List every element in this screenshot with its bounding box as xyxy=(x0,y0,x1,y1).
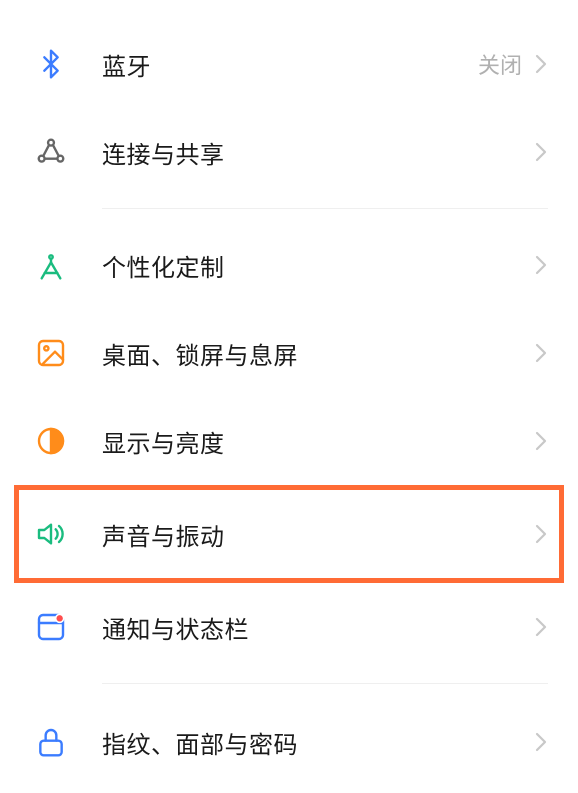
notification-icon xyxy=(30,606,72,648)
bluetooth-icon xyxy=(30,43,72,85)
settings-list: 蓝牙 关闭 连接与共享 个性化定制 xyxy=(0,0,578,786)
settings-item-security[interactable]: 指纹、面部与密码 xyxy=(0,698,578,786)
settings-item-personalization[interactable]: 个性化定制 xyxy=(0,221,578,309)
item-label: 声音与振动 xyxy=(102,517,534,552)
settings-item-display[interactable]: 显示与亮度 xyxy=(0,397,578,485)
item-label: 连接与共享 xyxy=(102,135,534,170)
chevron-right-icon xyxy=(534,615,548,639)
brightness-icon xyxy=(30,420,72,462)
chevron-right-icon xyxy=(534,140,548,164)
item-label: 显示与亮度 xyxy=(102,424,534,459)
item-label: 蓝牙 xyxy=(102,47,478,82)
wallpaper-icon xyxy=(30,332,72,374)
chevron-right-icon xyxy=(534,341,548,365)
item-label: 桌面、锁屏与息屏 xyxy=(102,336,534,371)
settings-item-bluetooth[interactable]: 蓝牙 关闭 xyxy=(0,20,578,108)
settings-item-notification[interactable]: 通知与状态栏 xyxy=(0,583,578,671)
chevron-right-icon xyxy=(534,429,548,453)
settings-item-share[interactable]: 连接与共享 xyxy=(0,108,578,196)
chevron-right-icon xyxy=(534,52,548,76)
lock-icon xyxy=(30,721,72,763)
chevron-right-icon xyxy=(534,253,548,277)
item-label: 个性化定制 xyxy=(102,248,534,283)
settings-item-wallpaper[interactable]: 桌面、锁屏与息屏 xyxy=(0,309,578,397)
item-label: 通知与状态栏 xyxy=(102,610,534,645)
divider xyxy=(102,208,548,209)
share-icon xyxy=(30,131,72,173)
item-status: 关闭 xyxy=(478,48,522,80)
sound-icon xyxy=(30,513,72,555)
settings-item-sound[interactable]: 声音与振动 xyxy=(14,485,564,583)
divider xyxy=(102,683,548,684)
item-label: 指纹、面部与密码 xyxy=(102,725,534,760)
compass-icon xyxy=(30,244,72,286)
chevron-right-icon xyxy=(534,522,548,546)
chevron-right-icon xyxy=(534,730,548,754)
